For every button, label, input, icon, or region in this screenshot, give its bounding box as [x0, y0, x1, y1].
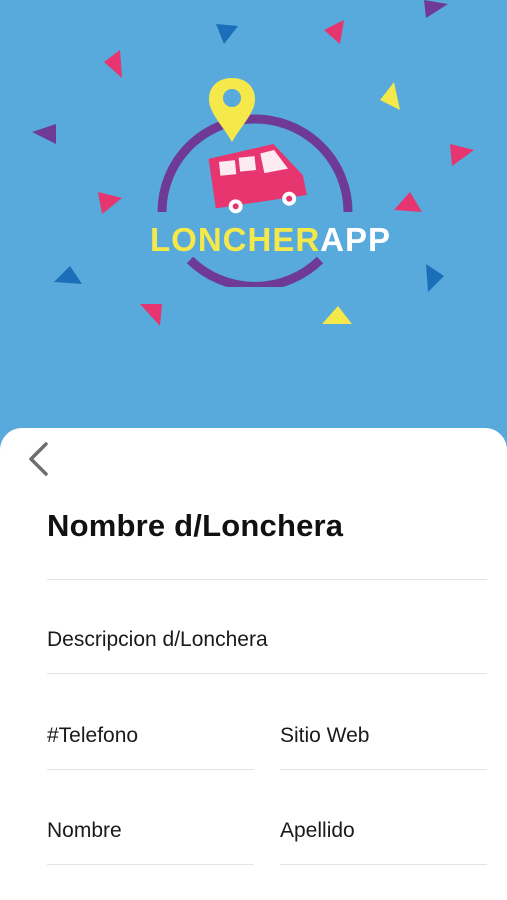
truck-name-placeholder: Nombre d/Lonchera [47, 508, 344, 543]
website-input[interactable]: Sitio Web [280, 724, 487, 770]
logo-wordmark: LONCHERAPP [150, 220, 390, 260]
website-placeholder: Sitio Web [280, 724, 370, 747]
form-sheet: Nombre d/Lonchera Descripcion d/Lonchera… [0, 428, 507, 900]
back-button[interactable] [22, 442, 56, 476]
last-name-placeholder: Apellido [280, 819, 355, 842]
logo-wordmark-part2: APP [320, 221, 392, 258]
hero-banner: LONCHERAPP [0, 0, 507, 450]
truck-description-placeholder: Descripcion d/Lonchera [47, 628, 268, 651]
chevron-left-icon [29, 442, 48, 476]
phone-placeholder: #Telefono [47, 724, 139, 747]
phone-input[interactable]: #Telefono [47, 724, 254, 770]
first-name-input[interactable]: Nombre [47, 819, 254, 865]
last-name-input[interactable]: Apellido [280, 819, 487, 865]
first-name-placeholder: Nombre [47, 819, 122, 842]
loncherapp-logo: LONCHERAPP [150, 72, 390, 287]
logo-wordmark-part1: LONCHER [150, 221, 321, 258]
truck-name-input[interactable]: Nombre d/Lonchera [47, 508, 487, 580]
food-truck-icon [208, 144, 307, 214]
truck-description-input[interactable]: Descripcion d/Lonchera [47, 628, 487, 674]
